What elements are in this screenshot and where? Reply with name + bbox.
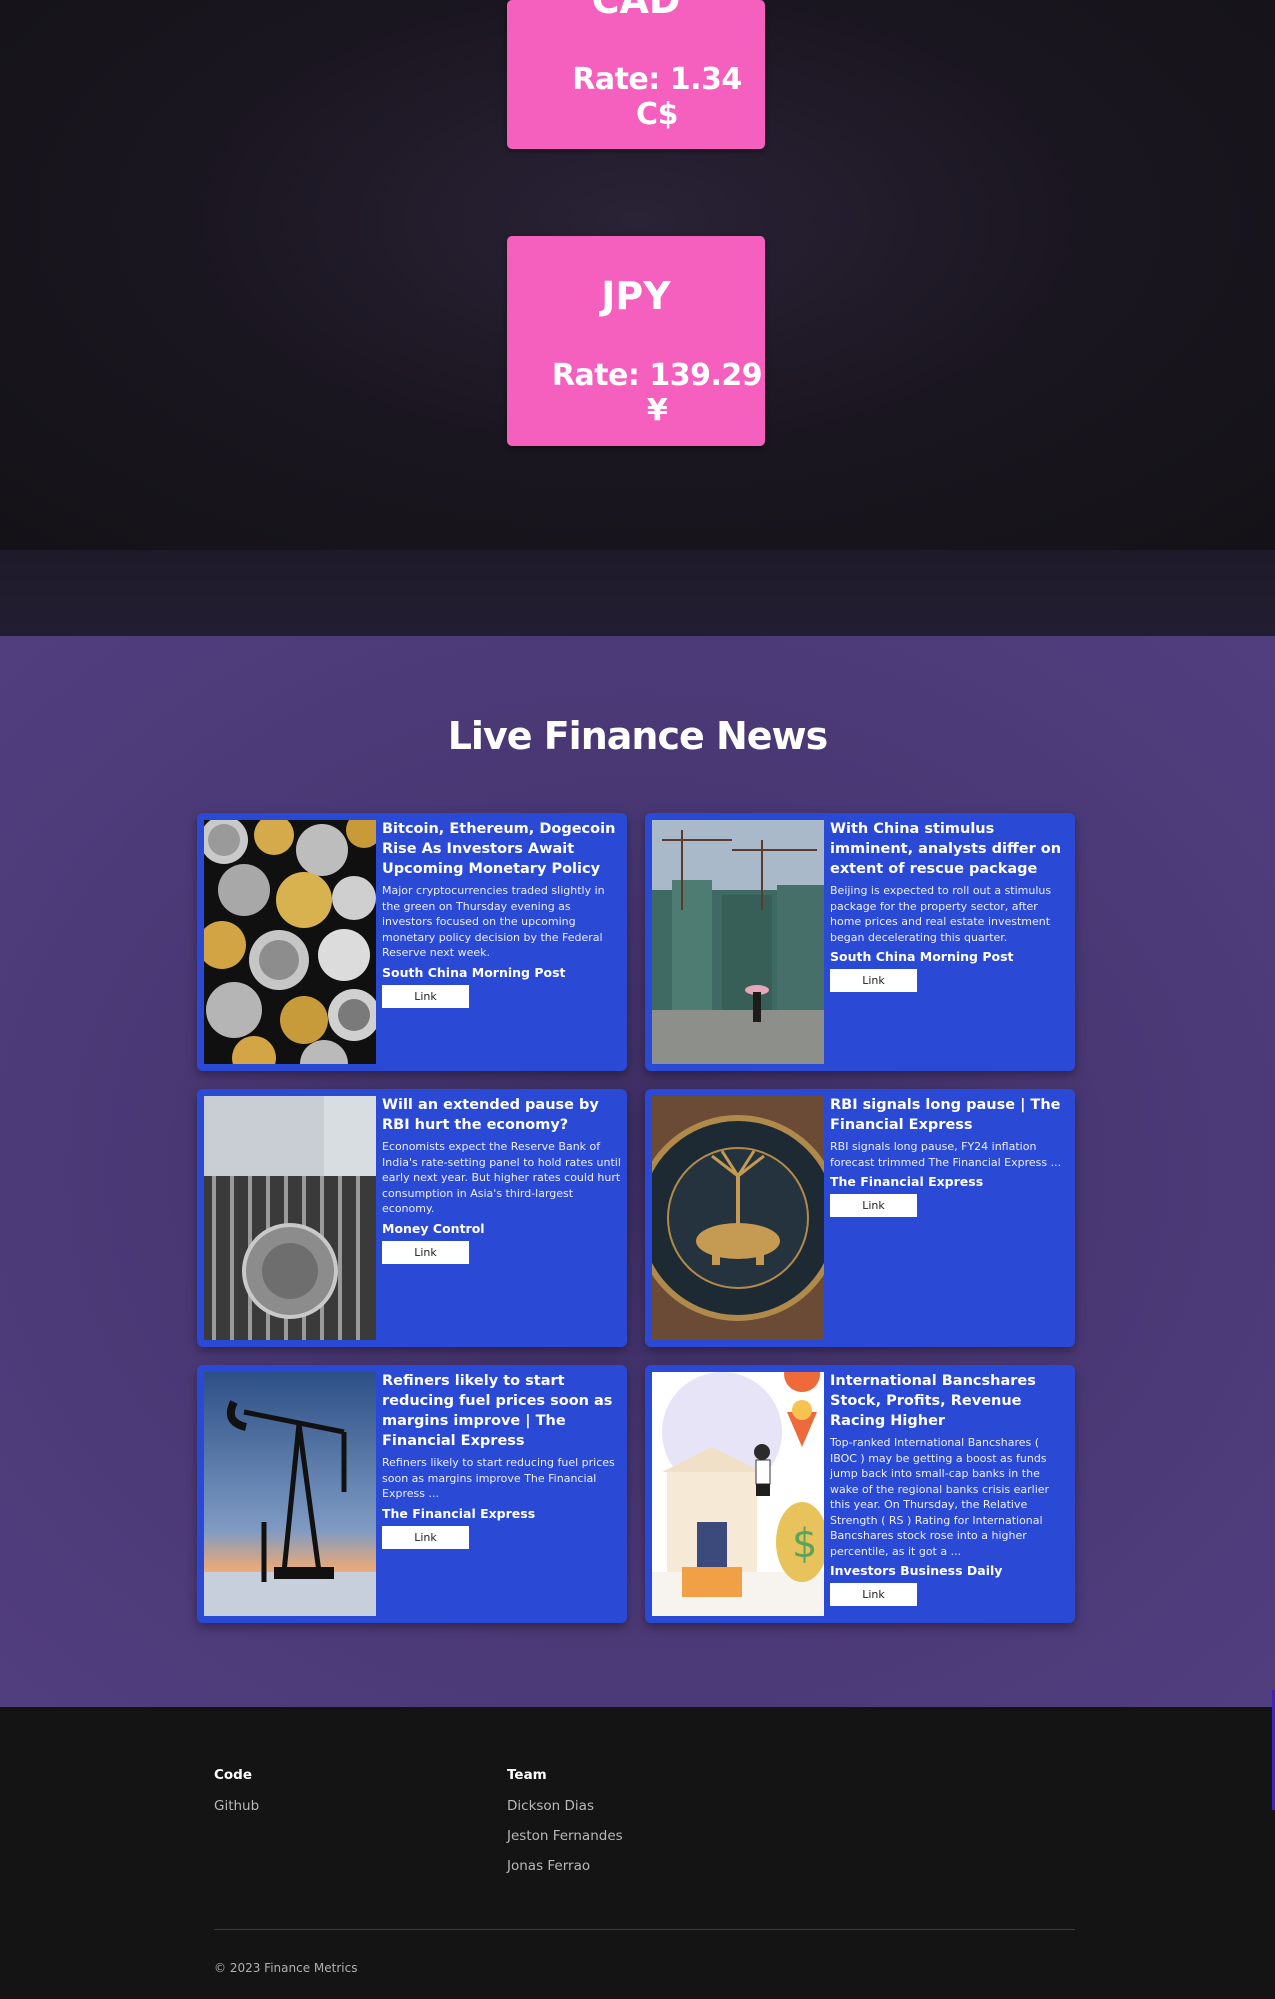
footer-divider: [214, 1929, 1075, 1930]
footer-code-column: Code Github: [214, 1767, 259, 1827]
news-card: $ International Bancshares Stock, Profit…: [645, 1365, 1075, 1623]
news-section: Live Finance News Bitcoin, Ethereum, Dog…: [0, 636, 1275, 1707]
news-card-body: Refiners likely to start reducing fuel p…: [382, 1371, 621, 1549]
currency-rates-section: CAD Rate: 1.34 C$ JPY Rate: 139.29 ¥: [0, 0, 1275, 550]
footer-team-column: Team Dickson Dias Jeston Fernandes Jonas…: [507, 1767, 623, 1887]
news-headline: With China stimulus imminent, analysts d…: [830, 821, 1062, 877]
team-link-jonas-ferrao[interactable]: Jonas Ferrao: [507, 1857, 623, 1875]
news-source: The Financial Express: [830, 1174, 984, 1189]
crypto-coins-image: [204, 820, 376, 1064]
news-source: Money Control: [382, 1220, 485, 1236]
news-card: Will an extended pause by RBI hurt the e…: [197, 1089, 627, 1347]
news-description: Beijing is expected to roll out a stimul…: [830, 884, 1052, 944]
news-card: RBI signals long pause | The Financial E…: [645, 1089, 1075, 1347]
news-link-button[interactable]: Link: [830, 1194, 917, 1217]
news-card: Bitcoin, Ethereum, Dogecoin Rise As Inve…: [197, 813, 627, 1071]
news-link-button[interactable]: Link: [830, 969, 917, 992]
construction-cranes-image: [652, 820, 824, 1064]
footer-team-heading: Team: [507, 1767, 547, 1783]
news-headline: Refiners likely to start reducing fuel p…: [382, 1373, 613, 1449]
currency-rate: Rate: 1.34 C$: [572, 62, 742, 132]
news-description: Economists expect the Reserve Bank of In…: [382, 1140, 621, 1215]
news-link-button[interactable]: Link: [382, 1240, 469, 1264]
news-card: Refiners likely to start reducing fuel p…: [197, 1365, 627, 1623]
news-link-button[interactable]: Link: [382, 984, 469, 1008]
news-card: With China stimulus imminent, analysts d…: [645, 813, 1075, 1071]
news-source: South China Morning Post: [382, 964, 566, 980]
team-link-jeston-fernandes[interactable]: Jeston Fernandes: [507, 1827, 623, 1845]
rbi-gate-image: [204, 1096, 376, 1340]
news-description: RBI signals long pause, FY24 inflation f…: [830, 1140, 1062, 1169]
news-card-body: RBI signals long pause | The Financial E…: [830, 1095, 1069, 1217]
news-section-title: Live Finance News: [447, 714, 829, 758]
news-headline: Bitcoin, Ethereum, Dogecoin Rise As Inve…: [382, 821, 616, 877]
oil-pump-image: [204, 1372, 376, 1616]
currency-code: CAD: [591, 0, 681, 22]
news-headline: Will an extended pause by RBI hurt the e…: [382, 1097, 599, 1133]
news-source: Investors Business Daily: [830, 1563, 1003, 1578]
svg-text:$: $: [792, 1521, 817, 1567]
news-source: South China Morning Post: [830, 949, 1014, 964]
team-link-dickson-dias[interactable]: Dickson Dias: [507, 1797, 623, 1815]
news-description: Major cryptocurrencies traded slightly i…: [382, 884, 605, 959]
rate-card-cad: CAD Rate: 1.34 C$: [507, 0, 765, 149]
news-headline: International Bancshares Stock, Profits,…: [830, 1373, 1036, 1429]
copyright-text: © 2023 Finance Metrics: [214, 1961, 358, 1975]
bank-illustration-image: $: [652, 1372, 824, 1616]
news-card-body: International Bancshares Stock, Profits,…: [830, 1371, 1069, 1606]
news-card-body: With China stimulus imminent, analysts d…: [830, 819, 1069, 992]
section-divider-band: [0, 550, 1275, 636]
news-card-body: Bitcoin, Ethereum, Dogecoin Rise As Inve…: [382, 819, 621, 1008]
news-card-body: Will an extended pause by RBI hurt the e…: [382, 1095, 621, 1264]
currency-rate: Rate: 139.29 ¥: [551, 358, 763, 428]
footer: Code Github Team Dickson Dias Jeston Fer…: [0, 1707, 1275, 1999]
footer-code-heading: Code: [214, 1767, 253, 1783]
news-description: Top-ranked International Bancshares ( IB…: [830, 1436, 1050, 1558]
news-headline: RBI signals long pause | The Financial E…: [830, 1097, 1061, 1133]
rate-card-jpy: JPY Rate: 139.29 ¥: [507, 236, 765, 446]
rbi-emblem-image: [652, 1096, 824, 1340]
news-link-button[interactable]: Link: [830, 1583, 917, 1606]
news-description: Refiners likely to start reducing fuel p…: [382, 1456, 615, 1500]
github-link[interactable]: Github: [214, 1797, 259, 1815]
currency-code: JPY: [601, 274, 671, 318]
news-link-button[interactable]: Link: [382, 1525, 469, 1549]
news-source: The Financial Express: [382, 1505, 536, 1521]
